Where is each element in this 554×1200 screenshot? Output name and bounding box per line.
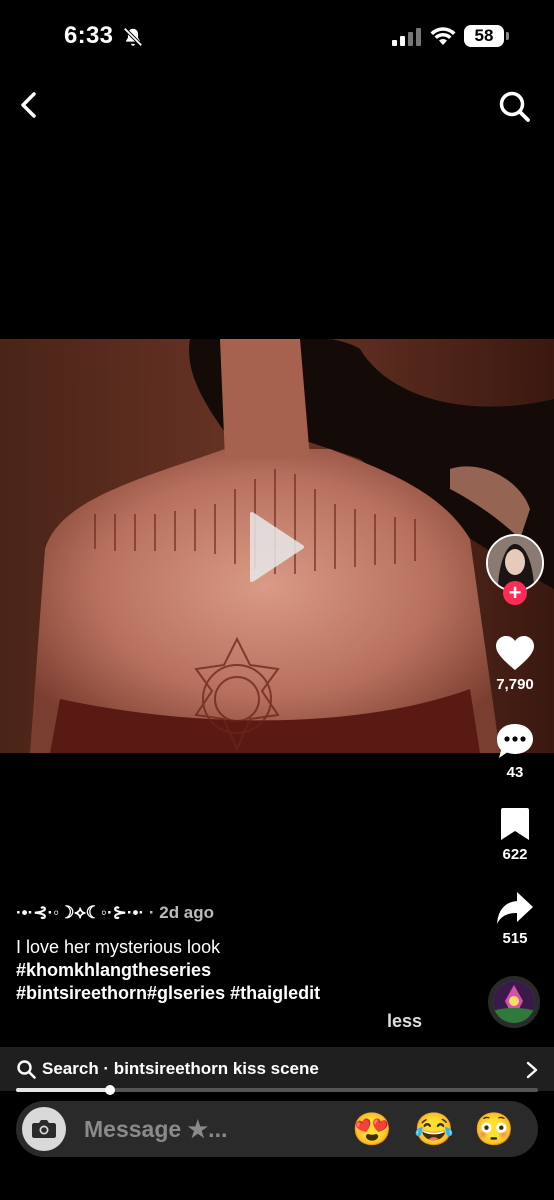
hashtag-khomkhlangtheseries[interactable]: #khomkhlangtheseries xyxy=(16,959,456,982)
cellular-signal-icon xyxy=(392,28,421,46)
battery-cap xyxy=(506,32,509,40)
hashtag-line[interactable]: #bintsireethorn#glseries #thaigledit xyxy=(16,983,320,1003)
follow-plus: + xyxy=(508,580,522,605)
video-progress-bar[interactable] xyxy=(16,1088,538,1092)
camera-button[interactable] xyxy=(22,1107,66,1151)
less-link[interactable]: less xyxy=(387,1011,422,1032)
battery-icon: 58 xyxy=(464,25,504,47)
like-button[interactable]: 7,790 xyxy=(485,636,545,693)
status-bar: 6:33 58 xyxy=(0,0,554,70)
comment-icon xyxy=(497,724,533,758)
share-arrow-icon xyxy=(497,892,533,924)
wifi-icon xyxy=(430,27,456,45)
caption-text: I love her mysterious look #khomkhlangth… xyxy=(16,936,456,1005)
search-icon[interactable] xyxy=(496,88,532,124)
sound-cover-image xyxy=(493,981,535,1023)
comment-count: 43 xyxy=(506,764,524,781)
caption-line: I love her mysterious look xyxy=(16,937,221,957)
follow-button[interactable]: + xyxy=(503,581,527,605)
comment-button[interactable]: 43 xyxy=(485,722,545,781)
play-icon[interactable] xyxy=(246,510,306,584)
battery-level: 58 xyxy=(474,26,494,45)
camera-icon xyxy=(32,1120,56,1138)
bell-slash-icon xyxy=(123,27,143,47)
back-arrow-icon[interactable] xyxy=(14,88,46,122)
bookmark-count: 622 xyxy=(502,846,528,863)
flushed-emoji-button[interactable]: 😳 xyxy=(474,1110,514,1148)
post-age: · 2d ago xyxy=(144,903,215,922)
search-icon xyxy=(17,1060,36,1079)
message-input[interactable]: Message ★... xyxy=(84,1116,227,1143)
heart-icon xyxy=(496,636,534,670)
music-disc[interactable] xyxy=(488,976,540,1028)
heart-eyes-emoji-button[interactable]: 😍 xyxy=(352,1110,392,1148)
like-count: 7,790 xyxy=(496,676,534,693)
share-button[interactable]: 515 xyxy=(485,890,545,947)
related-search-text[interactable]: Search · bintsireethorn kiss scene xyxy=(42,1059,319,1079)
bookmark-button[interactable]: 622 xyxy=(485,806,545,863)
caption-header: ·•·⊰·◦☽⟡☾◦·⊱·•· · 2d ago xyxy=(16,903,214,923)
progress-fill xyxy=(16,1088,110,1092)
chevron-right-icon[interactable] xyxy=(526,1061,538,1079)
share-count: 515 xyxy=(502,930,528,947)
progress-scrubber[interactable] xyxy=(104,1085,115,1095)
status-time: 6:33 xyxy=(64,22,114,49)
bookmark-icon xyxy=(501,808,529,840)
username[interactable]: ·•·⊰·◦☽⟡☾◦·⊱·•· xyxy=(16,903,144,922)
laughing-emoji-button[interactable]: 😂 xyxy=(414,1110,454,1148)
